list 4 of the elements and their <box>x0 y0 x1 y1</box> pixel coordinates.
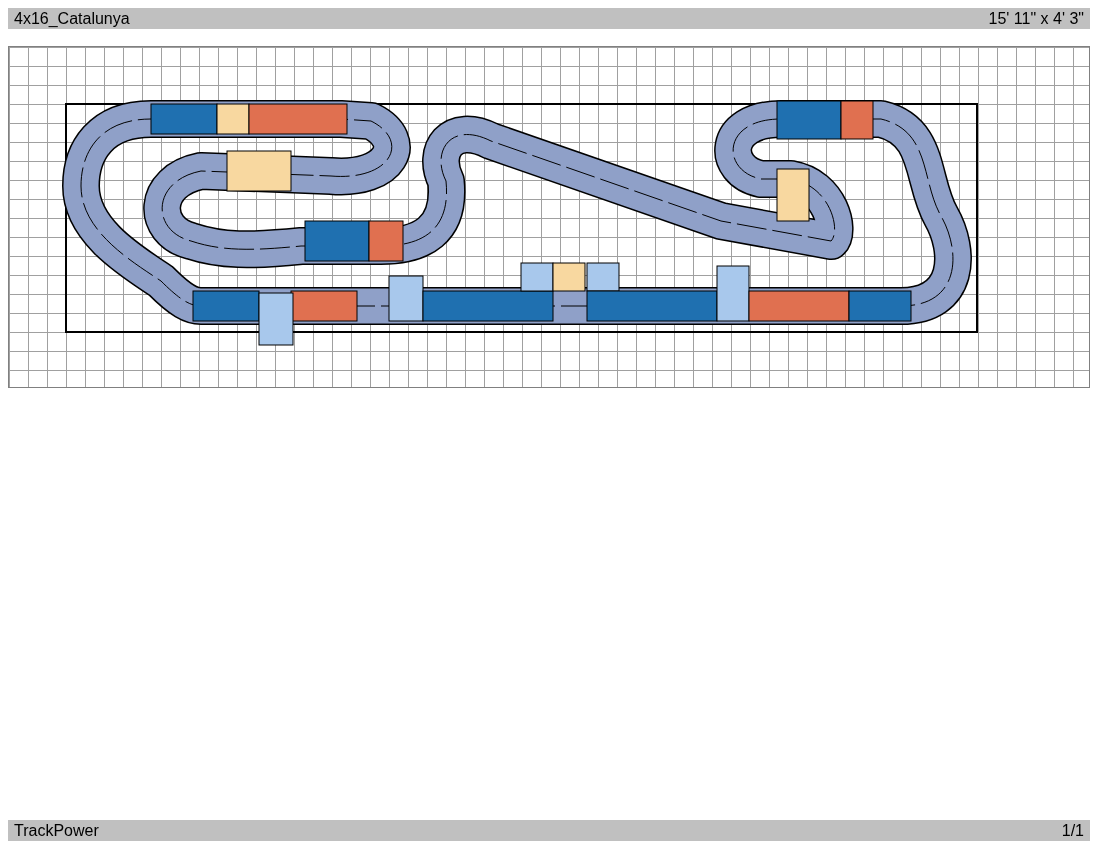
layout-dimensions: 15' 11" x 4' 3" <box>988 8 1084 29</box>
page-number: 1/1 <box>1061 820 1084 841</box>
app-name: TrackPower <box>14 820 99 841</box>
layout-title: 4x16_Catalunya <box>14 8 130 29</box>
